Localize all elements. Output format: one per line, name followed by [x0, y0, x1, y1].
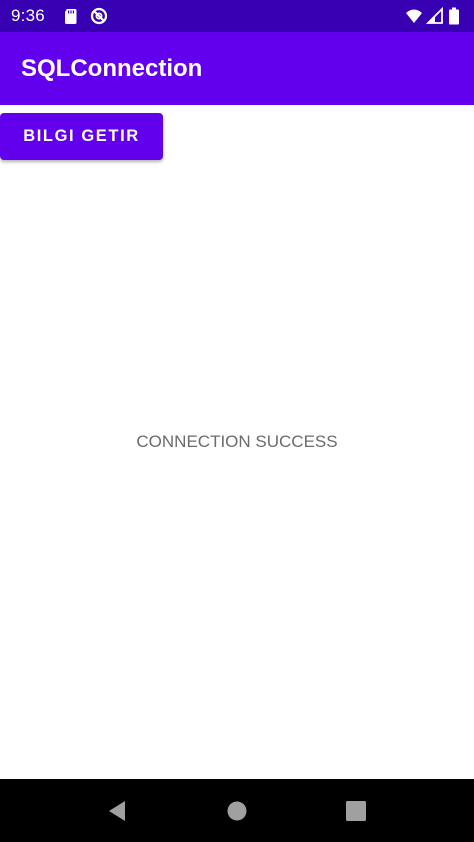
wifi-icon — [406, 9, 422, 23]
sd-card-icon — [65, 9, 77, 24]
data-saver-icon — [90, 7, 108, 25]
signal-icon — [426, 7, 443, 24]
recents-icon[interactable] — [344, 799, 368, 823]
navigation-bar — [0, 779, 474, 842]
main-content: BILGI GETIR CONNECTION SUCCESS — [0, 105, 474, 779]
app-bar: SQLConnection — [0, 32, 474, 105]
battery-icon — [449, 7, 459, 25]
fetch-info-button[interactable]: BILGI GETIR — [0, 113, 163, 160]
back-icon[interactable] — [106, 799, 130, 823]
status-bar: 9:36 — [0, 0, 474, 32]
status-time: 9:36 — [11, 6, 45, 25]
screen: 9:36 SQLConnection BILGI GETIR CONNECTIO… — [0, 0, 474, 842]
home-icon[interactable] — [225, 799, 249, 823]
app-title: SQLConnection — [21, 55, 203, 82]
connection-status-text: CONNECTION SUCCESS — [136, 432, 338, 451]
